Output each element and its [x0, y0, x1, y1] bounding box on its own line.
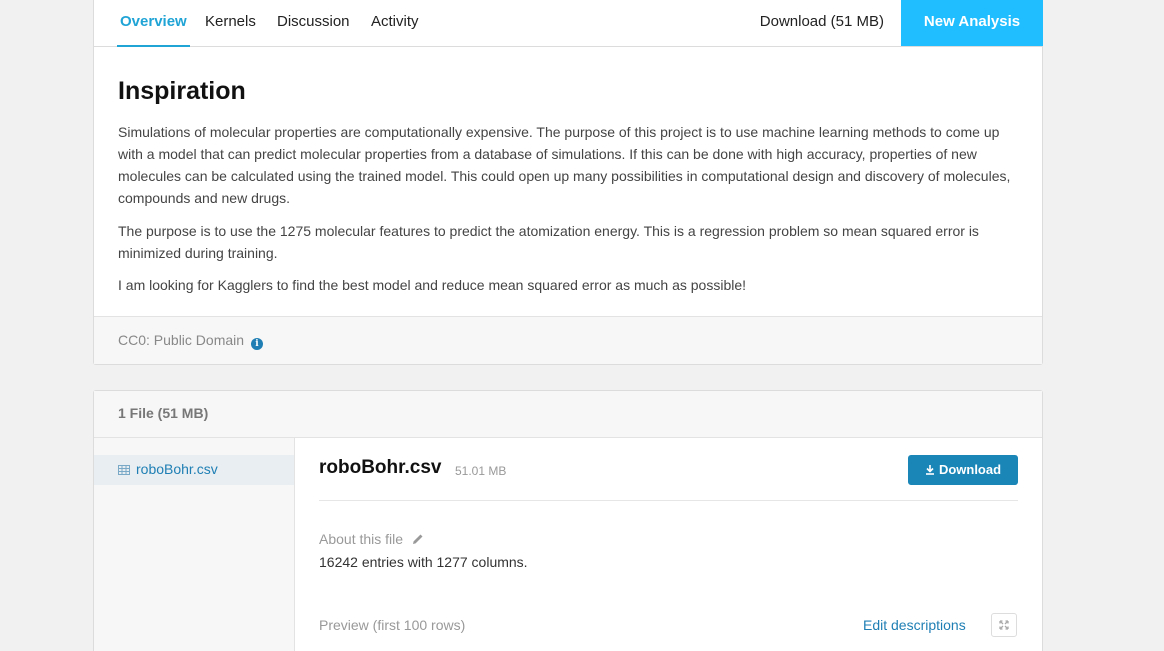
description-paragraph: I am looking for Kagglers to find the be…	[118, 277, 747, 293]
files-card: 1 File (51 MB) roboBohr.csv roboBohr.csv…	[93, 390, 1043, 651]
file-list-item-label: roboBohr.csv	[136, 461, 218, 477]
file-description: 16242 entries with 1277 columns.	[319, 554, 528, 570]
file-size: 51.01 MB	[455, 464, 507, 478]
edit-descriptions-link[interactable]: Edit descriptions	[863, 617, 966, 633]
about-file: About this file	[319, 531, 424, 547]
divider	[319, 500, 1018, 501]
license-label: CC0: Public Domain	[118, 332, 245, 348]
pencil-icon[interactable]	[412, 533, 424, 545]
dataset-nav-bar: Overview Kernels Discussion Activity Dow…	[93, 0, 1043, 48]
expand-button[interactable]	[991, 613, 1017, 637]
description-card: Inspiration Simulations of molecular pro…	[93, 47, 1043, 365]
tab-discussion[interactable]: Discussion	[277, 0, 350, 46]
section-heading: Inspiration	[118, 77, 246, 105]
download-icon	[925, 465, 934, 475]
download-file-label: Download	[938, 462, 1002, 477]
new-analysis-button[interactable]: New Analysis	[901, 0, 1043, 46]
preview-label: Preview (first 100 rows)	[319, 617, 466, 633]
file-list-item[interactable]: roboBohr.csv	[94, 455, 294, 485]
file-list-sidebar: roboBohr.csv	[94, 438, 295, 651]
tab-activity[interactable]: Activity	[371, 0, 419, 46]
files-header: 1 File (51 MB)	[94, 391, 1042, 438]
description-paragraph: The purpose is to use the 1275 molecular…	[118, 223, 979, 261]
table-icon	[118, 465, 130, 475]
license-bar: CC0: Public Domain i	[94, 316, 1042, 364]
tab-overview[interactable]: Overview	[117, 0, 190, 48]
expand-icon	[999, 620, 1009, 630]
description-paragraph: Simulations of molecular properties are …	[118, 124, 1011, 206]
tab-kernels[interactable]: Kernels	[205, 0, 256, 46]
download-dataset-link[interactable]: Download (51 MB)	[760, 0, 884, 46]
file-name: roboBohr.csv	[319, 457, 442, 478]
download-file-button[interactable]: Download	[908, 455, 1018, 485]
info-icon[interactable]: i	[250, 338, 263, 350]
about-file-label: About this file	[319, 531, 404, 547]
